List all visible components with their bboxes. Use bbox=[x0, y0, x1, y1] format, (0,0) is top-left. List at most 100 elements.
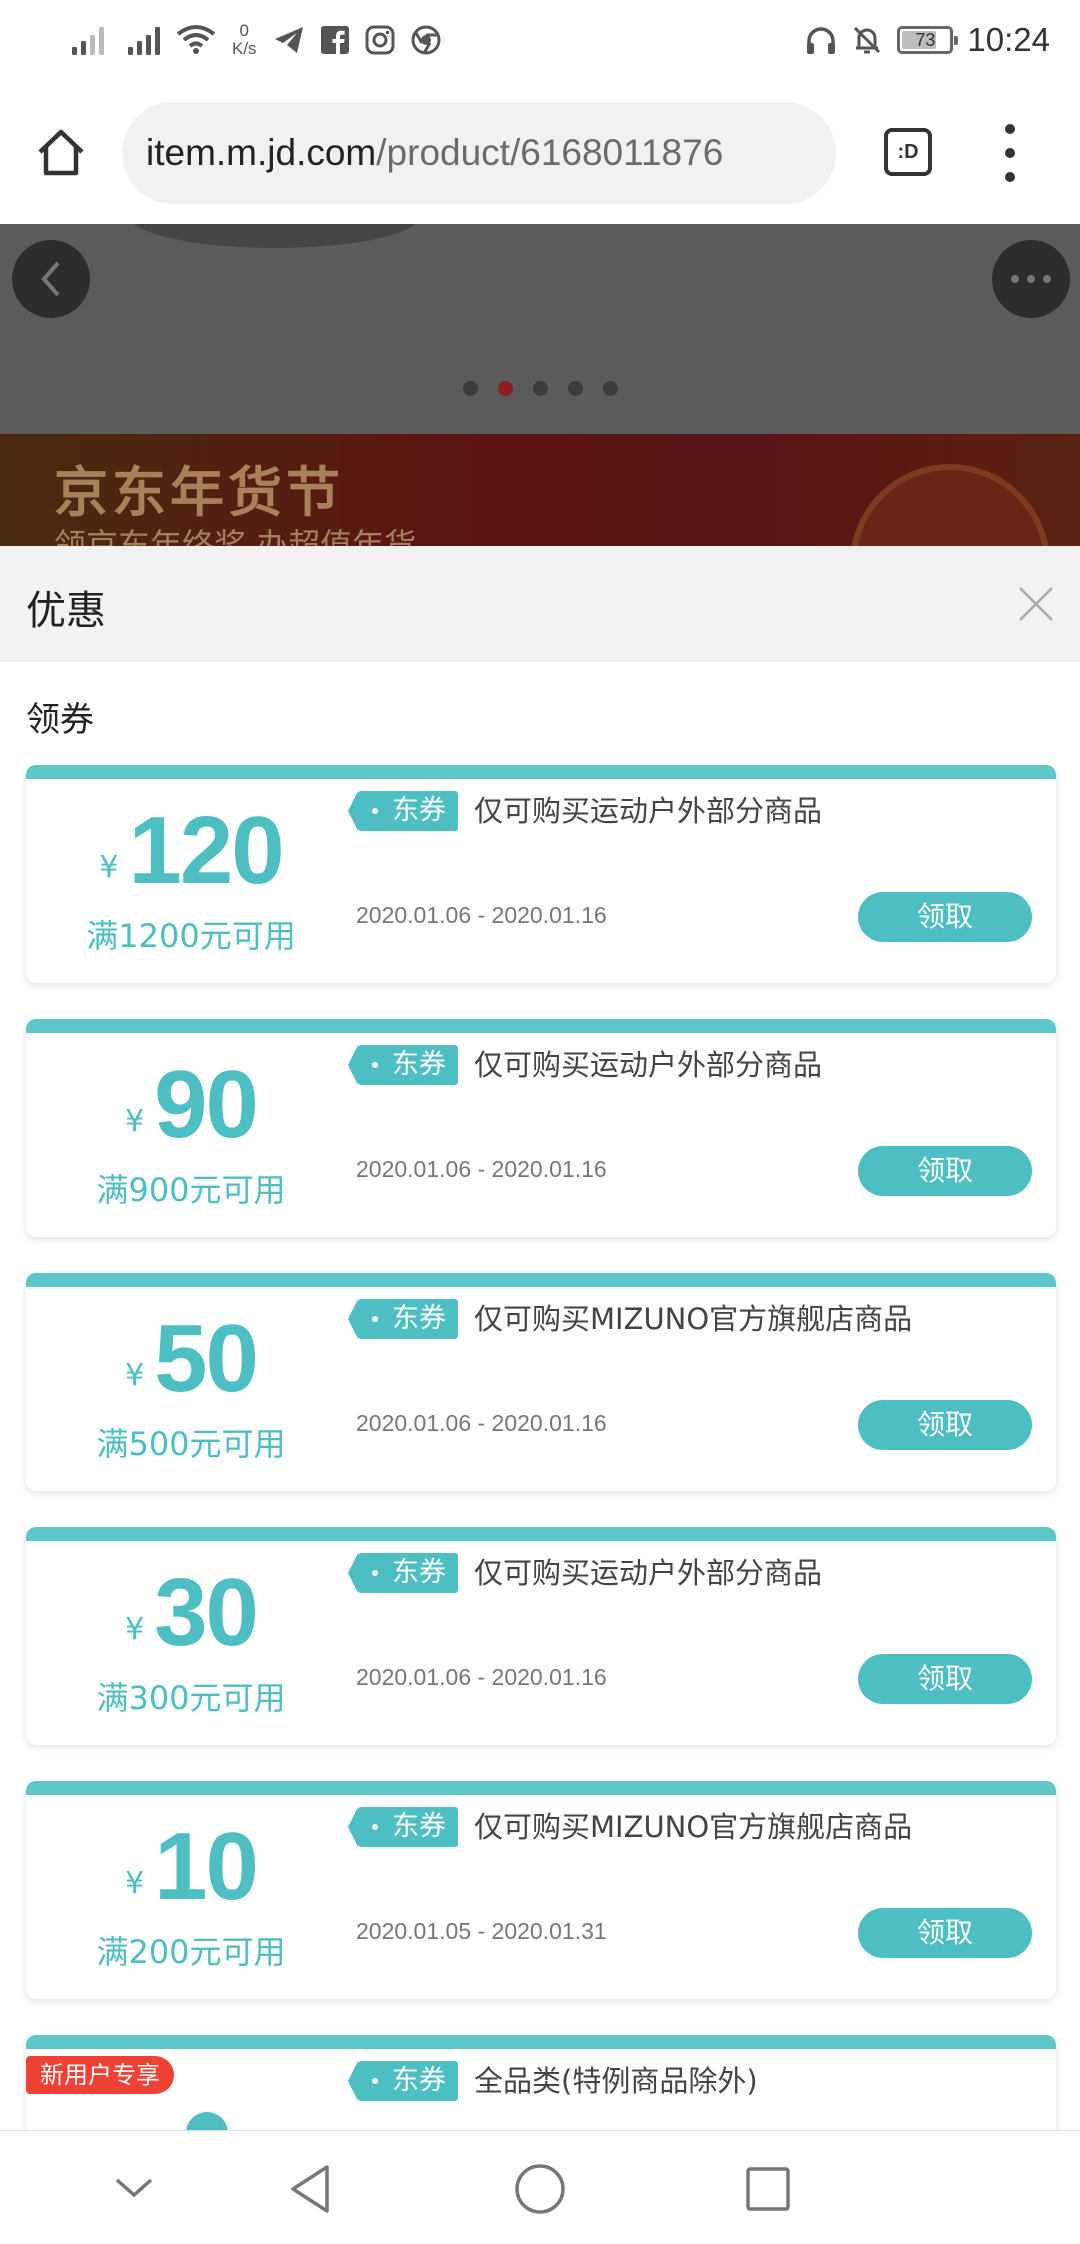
coupon-amount-row: ¥ 50 bbox=[26, 1311, 356, 1407]
currency-symbol: ¥ bbox=[125, 1866, 145, 1901]
browser-toolbar: item.m.jd.com/product/6168011876 :D bbox=[0, 80, 1080, 224]
coupon-card: ¥ 10 满200元可用 东券 仅可购买MIZUNO官方旗舰店商品 2020.0… bbox=[26, 1781, 1056, 1999]
coupon-top-strip bbox=[26, 765, 1056, 779]
coupon-amount: 10 bbox=[154, 1813, 259, 1920]
coupon-description: 全品类(特例商品除外) bbox=[474, 2064, 758, 2098]
back-button[interactable] bbox=[12, 240, 90, 318]
bell-off-icon bbox=[854, 26, 881, 54]
coupon-description: 仅可购买MIZUNO官方旗舰店商品 bbox=[474, 1810, 913, 1844]
carousel-dot bbox=[567, 381, 583, 396]
tag-hole-icon bbox=[372, 1062, 378, 1068]
currency-symbol: ¥ bbox=[125, 1358, 145, 1393]
offer-sheet: 优惠 领券 ¥ 120 满1200元可用 东券 仅可购买运动户外部分商品 202… bbox=[0, 546, 1080, 2130]
tag-hole-icon bbox=[372, 1570, 378, 1576]
coupon-value: ¥ 90 满900元可用 bbox=[26, 1033, 356, 1237]
coupon-card: ¥ 50 满500元可用 东券 仅可购买MIZUNO官方旗舰店商品 2020.0… bbox=[26, 1273, 1056, 1491]
new-user-badge: 新用户专享 bbox=[26, 2056, 174, 2094]
tag-hole-icon bbox=[372, 1316, 378, 1322]
sheet-header: 优惠 bbox=[0, 546, 1080, 662]
battery-level: 73 bbox=[915, 29, 936, 50]
menu-dot-icon bbox=[1005, 172, 1015, 182]
browser-menu-button[interactable] bbox=[990, 124, 1030, 182]
sheet-title: 优惠 bbox=[26, 588, 106, 634]
more-horizontal-icon bbox=[1011, 275, 1051, 283]
product-image bbox=[130, 224, 420, 248]
coupon-date: 2020.01.06 - 2020.01.16 bbox=[356, 1156, 607, 1182]
coupon-condition: 满500元可用 bbox=[96, 1425, 286, 1463]
coupon-top-strip bbox=[26, 1781, 1056, 1795]
status-left: 0 K/s bbox=[72, 18, 441, 62]
wifi-icon bbox=[176, 25, 216, 54]
more-button[interactable] bbox=[992, 240, 1070, 318]
coupon-amount: 30 bbox=[154, 1559, 259, 1666]
signal-icon bbox=[72, 25, 104, 55]
coupon-top-strip bbox=[26, 2035, 1056, 2049]
url-path: /product/6168011876 bbox=[376, 132, 724, 173]
claim-button[interactable]: 领取 bbox=[858, 892, 1032, 942]
carousel-dot bbox=[497, 381, 513, 396]
coupon-amount-row: ¥ 30 bbox=[26, 1565, 356, 1661]
recents-square-icon bbox=[746, 2167, 790, 2211]
coupon-amount: 90 bbox=[154, 1051, 259, 1158]
telegram-icon bbox=[274, 27, 303, 53]
claim-button[interactable]: 领取 bbox=[858, 1146, 1032, 1196]
back-triangle-icon bbox=[291, 2165, 329, 2213]
instagram-icon bbox=[365, 25, 395, 55]
claim-button[interactable]: 领取 bbox=[858, 1400, 1032, 1450]
coupon-tag-label: 东券 bbox=[392, 1557, 446, 1588]
coupon-amount-row: ¥ 10 bbox=[26, 1819, 356, 1915]
coupon-value: ¥ 120 满1200元可用 bbox=[26, 779, 356, 983]
claim-button[interactable]: 领取 bbox=[858, 1908, 1032, 1958]
home-icon bbox=[38, 129, 84, 176]
headphones-icon bbox=[807, 27, 836, 54]
banner-subtitle: 领京东年终奖 办超值年货 bbox=[54, 526, 417, 546]
url-host: item.m.jd.com bbox=[146, 132, 377, 173]
currency-symbol: ¥ bbox=[125, 1104, 145, 1139]
coupon-condition: 满200元可用 bbox=[96, 1933, 286, 1971]
coupon-tag-label: 东券 bbox=[392, 2065, 446, 2096]
claim-button[interactable]: 领取 bbox=[858, 1654, 1032, 1704]
tab-switcher-button[interactable]: :D bbox=[884, 128, 932, 176]
coupon-date: 2020.01.06 - 2020.01.16 bbox=[356, 902, 607, 928]
coupon-amount-row: ¥ 120 bbox=[26, 803, 356, 899]
coupon-date: 2020.01.06 - 2020.01.16 bbox=[356, 1664, 607, 1690]
coupon-amount-row: ¥ 90 bbox=[26, 1057, 356, 1153]
coupon-description: 仅可购买MIZUNO官方旗舰店商品 bbox=[474, 1302, 913, 1336]
coupon-condition: 满300元可用 bbox=[96, 1679, 286, 1717]
url-bar[interactable]: item.m.jd.com/product/6168011876 bbox=[122, 102, 836, 204]
net-speed: 0 K/s bbox=[232, 21, 257, 58]
carousel-indicator bbox=[0, 381, 1080, 396]
home-circle-icon bbox=[515, 2164, 565, 2214]
coupon-description: 仅可购买运动户外部分商品 bbox=[474, 1556, 823, 1590]
carousel-dot bbox=[462, 381, 478, 396]
coupon-description: 仅可购买运动户外部分商品 bbox=[474, 1048, 823, 1082]
coupon-card: ¥ 90 满900元可用 东券 仅可购买运动户外部分商品 2020.01.06 … bbox=[26, 1019, 1056, 1237]
coupon-date: 2020.01.06 - 2020.01.16 bbox=[356, 1410, 607, 1436]
coupon-card: 东券 全品类(特例商品除外) bbox=[26, 2035, 1056, 2130]
lantern-image bbox=[850, 464, 1050, 546]
nav-recents-button[interactable] bbox=[738, 2159, 798, 2219]
coupon-value: ¥ 50 满500元可用 bbox=[26, 1287, 356, 1491]
coupon-tag: 东券 bbox=[348, 2061, 458, 2101]
promo-banner: 京东年货节 领京东年终奖 办超值年货 bbox=[0, 434, 1080, 546]
coupon-tag: 东券 bbox=[348, 791, 458, 831]
coupon-condition: 满900元可用 bbox=[96, 1171, 286, 1209]
status-right: 73 10:24 bbox=[805, 18, 1050, 62]
chevron-left-icon bbox=[41, 261, 60, 297]
coupon-tag-label: 东券 bbox=[392, 1303, 446, 1334]
tag-hole-icon bbox=[372, 808, 378, 814]
close-icon[interactable] bbox=[1016, 584, 1056, 624]
system-nav-bar bbox=[0, 2130, 1080, 2244]
nav-back-button[interactable] bbox=[280, 2159, 340, 2219]
menu-dot-icon bbox=[1005, 124, 1015, 134]
coupon-tag-label: 东券 bbox=[392, 1049, 446, 1080]
nav-home-button[interactable] bbox=[510, 2159, 570, 2219]
carousel-dot bbox=[532, 381, 548, 396]
signal-icon bbox=[128, 25, 160, 55]
coupon-tag: 东券 bbox=[348, 1807, 458, 1847]
coupon-value: ¥ 10 满200元可用 bbox=[26, 1795, 356, 1999]
nav-hide-button[interactable] bbox=[104, 2159, 164, 2219]
coupon-date: 2020.01.05 - 2020.01.31 bbox=[356, 1918, 607, 1944]
product-image-area bbox=[0, 224, 1080, 434]
home-button[interactable] bbox=[30, 122, 92, 184]
